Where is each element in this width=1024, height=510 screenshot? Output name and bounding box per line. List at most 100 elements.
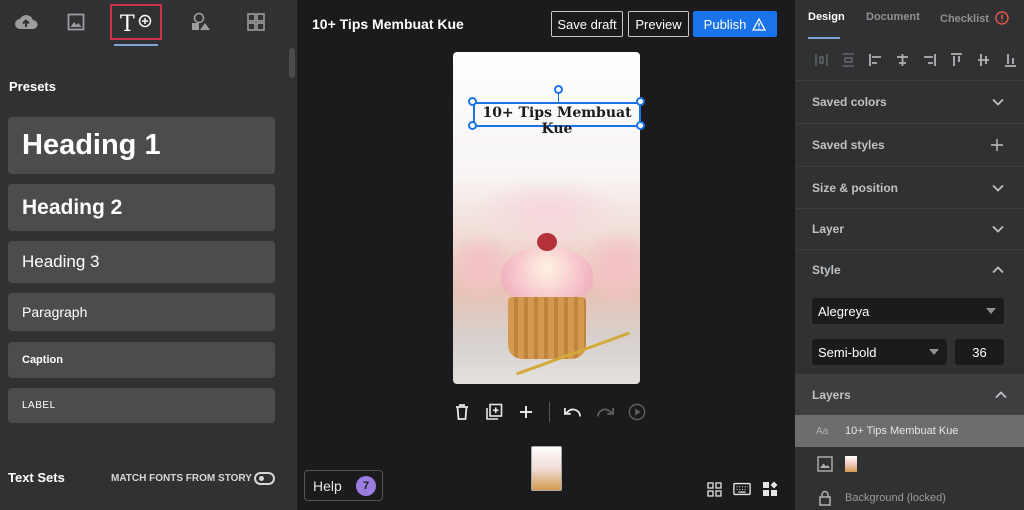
plus-icon <box>520 406 532 418</box>
chevron-down-icon <box>992 184 1004 192</box>
text-add-icon: T <box>120 12 152 34</box>
text-layer-icon: Aa <box>816 425 829 437</box>
library-scrollbar[interactable] <box>289 48 295 78</box>
inspector-panel: Design Document Checklist Saved colors S… <box>795 0 1024 510</box>
resize-handle-top-right[interactable] <box>636 97 645 106</box>
help-label: Help <box>313 477 342 494</box>
library-tabs: T <box>0 0 297 44</box>
font-size-input[interactable]: 36 <box>955 339 1004 365</box>
redo-button[interactable] <box>596 402 614 422</box>
tab-design[interactable]: Design <box>808 11 845 23</box>
page-actions <box>453 401 646 423</box>
preset-heading-1[interactable]: Heading 1 <box>8 117 275 174</box>
preset-paragraph[interactable]: Paragraph <box>8 293 275 331</box>
design-tab-indicator <box>808 37 840 39</box>
quick-actions-button[interactable] <box>761 479 779 499</box>
media-tab[interactable] <box>50 4 102 40</box>
grid-view-button[interactable] <box>705 479 723 499</box>
redo-icon <box>596 407 614 417</box>
style-label: Style <box>812 262 841 277</box>
preset-caption[interactable]: Caption <box>8 342 275 378</box>
workspace: 10+ Tips Membuat Kue Save draft Preview … <box>297 0 795 510</box>
text-sets-title: Text Sets <box>8 470 65 485</box>
shapes-icon <box>192 12 210 30</box>
layers-title: Layers <box>812 387 851 402</box>
chevron-up-icon <box>992 265 1004 273</box>
story-title[interactable]: 10+ Tips Membuat Kue <box>312 16 464 32</box>
layers-header[interactable]: Layers <box>795 374 1024 415</box>
cupcake-liner <box>508 297 586 359</box>
save-draft-button[interactable]: Save draft <box>551 11 623 37</box>
dropdown-arrow-icon <box>986 308 996 314</box>
section-saved-colors[interactable]: Saved colors <box>795 80 1024 123</box>
page-thumbnail[interactable] <box>531 446 562 491</box>
font-family-select[interactable]: Alegreya <box>812 298 1004 324</box>
delete-page-button[interactable] <box>453 402 471 422</box>
section-saved-styles[interactable]: Saved styles <box>795 123 1024 166</box>
section-style[interactable]: Style <box>795 249 1024 289</box>
preset-heading-3[interactable]: Heading 3 <box>8 241 275 283</box>
toolbar-divider <box>549 402 550 422</box>
image-icon <box>67 13 85 31</box>
preset-heading-2[interactable]: Heading 2 <box>8 184 275 231</box>
align-bottom-button[interactable] <box>1004 53 1017 67</box>
layer-item-image[interactable] <box>795 448 1024 480</box>
resize-handle-top-left[interactable] <box>468 97 477 106</box>
layer-item-text[interactable]: Aa 10+ Tips Membuat Kue <box>795 415 1024 447</box>
align-top-button[interactable] <box>950 53 963 67</box>
templates-tab[interactable] <box>230 4 282 40</box>
font-weight-value: Semi-bold <box>818 344 877 360</box>
align-bottom-icon <box>1005 54 1016 67</box>
resize-handle-bottom-left[interactable] <box>468 121 477 130</box>
font-weight-select[interactable]: Semi-bold <box>812 339 947 365</box>
distribute-vertical-button[interactable] <box>842 53 855 67</box>
align-middle-button[interactable] <box>977 53 990 67</box>
shapes-tab[interactable] <box>175 4 227 40</box>
help-badge: 7 <box>356 476 376 496</box>
rotation-line <box>558 93 559 102</box>
layer-item-background[interactable]: Background (locked) <box>795 482 1024 510</box>
chevron-up-icon <box>995 390 1007 398</box>
saved-colors-label: Saved colors <box>812 95 887 109</box>
tab-document[interactable]: Document <box>866 11 920 23</box>
image-layer-thumbnail <box>845 456 857 472</box>
rotation-handle[interactable] <box>554 85 563 94</box>
tab-checklist[interactable]: Checklist <box>940 11 1009 25</box>
resize-handle-bottom-right[interactable] <box>636 121 645 130</box>
keyboard-icon <box>733 482 751 496</box>
play-button[interactable] <box>628 402 646 422</box>
trash-icon <box>456 404 468 420</box>
distribute-horizontal-button[interactable] <box>815 53 828 67</box>
upload-tab[interactable] <box>0 4 52 40</box>
section-layer[interactable]: Layer <box>795 208 1024 249</box>
keyboard-shortcuts-button[interactable] <box>733 479 751 499</box>
selected-text-element[interactable]: 10+ Tips Membuat Kue <box>473 102 641 137</box>
publish-button[interactable]: Publish <box>693 11 777 37</box>
saved-styles-label: Saved styles <box>812 138 885 152</box>
preview-button[interactable]: Preview <box>628 11 689 37</box>
preset-label[interactable]: LABEL <box>8 388 275 423</box>
play-icon <box>628 403 646 421</box>
section-size-position[interactable]: Size & position <box>795 166 1024 208</box>
size-position-label: Size & position <box>812 180 899 195</box>
svg-text:T: T <box>120 12 135 34</box>
align-right-button[interactable] <box>923 53 936 67</box>
align-top-icon <box>951 53 962 66</box>
checklist-label: Checklist <box>940 13 989 25</box>
workspace-footer-icons <box>705 479 779 499</box>
add-page-button[interactable] <box>517 402 535 422</box>
dropdown-arrow-icon <box>929 349 939 355</box>
match-fonts-toggle[interactable] <box>254 472 275 485</box>
text-tab[interactable]: T <box>110 4 162 40</box>
duplicate-page-button[interactable] <box>485 402 503 422</box>
undo-button[interactable] <box>564 402 582 422</box>
align-center-button[interactable] <box>896 53 909 67</box>
cupcake-left <box>453 227 508 307</box>
distribute-vertical-icon <box>843 53 854 67</box>
grid-templates-icon <box>247 13 265 31</box>
align-left-button[interactable] <box>869 53 882 67</box>
help-button[interactable]: Help 7 <box>304 470 383 501</box>
selected-text[interactable]: 10+ Tips Membuat Kue <box>475 105 639 137</box>
publish-label: Publish <box>703 16 747 32</box>
upload-cloud-icon <box>15 15 38 29</box>
